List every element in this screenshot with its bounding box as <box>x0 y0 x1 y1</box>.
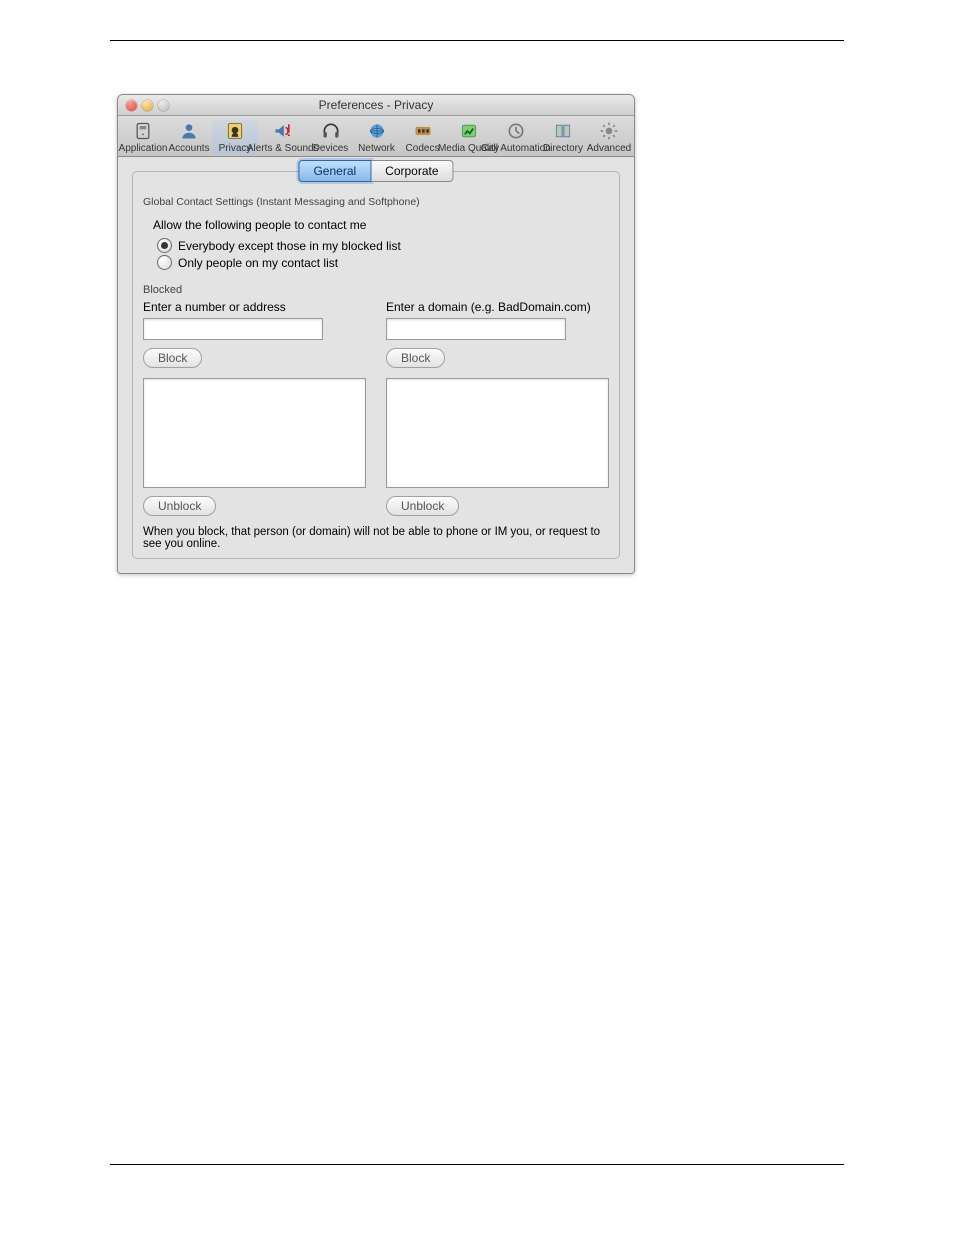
toolbar-item-devices[interactable]: Devices <box>308 120 354 154</box>
preferences-toolbar: Application Accounts Privacy <box>118 116 634 157</box>
toolbar-item-directory[interactable]: Directory <box>540 120 586 154</box>
toolbar-item-label: Network <box>358 143 395 154</box>
page-bottom-rule <box>110 1164 844 1165</box>
allow-people-label: Allow the following people to contact me <box>153 218 609 232</box>
toolbar-item-call-automation[interactable]: Call Automation <box>492 120 541 154</box>
close-window-button[interactable] <box>126 100 137 111</box>
toolbar-item-network[interactable]: Network <box>354 120 400 154</box>
radio-everybody-except-blocked[interactable]: Everybody except those in my blocked lis… <box>157 238 609 253</box>
codecs-icon <box>409 120 437 142</box>
privacy-icon <box>221 120 249 142</box>
window-title: Preferences - Privacy <box>118 98 634 112</box>
gear-icon <box>595 120 623 142</box>
alert-icon <box>269 120 297 142</box>
book-icon <box>549 120 577 142</box>
radio-label: Everybody except those in my blocked lis… <box>178 239 401 253</box>
window-titlebar: Preferences - Privacy <box>118 95 634 116</box>
toolbar-item-alerts-and-sounds[interactable]: Alerts & Sounds <box>258 120 308 154</box>
toolbar-item-application[interactable]: Application <box>120 120 166 154</box>
application-icon <box>129 120 157 142</box>
domain-field-label: Enter a domain (e.g. BadDomain.com) <box>386 300 609 314</box>
privacy-general-group: General Corporate Global Contact Setting… <box>132 171 620 559</box>
toolbar-item-label: Accounts <box>168 143 209 154</box>
blocked-numbers-list[interactable] <box>143 378 366 488</box>
number-field-label: Enter a number or address <box>143 300 366 314</box>
blocked-section-label: Blocked <box>143 284 609 296</box>
domain-input[interactable] <box>386 318 566 340</box>
unblock-domain-button[interactable]: Unblock <box>386 496 459 516</box>
block-number-column: Enter a number or address Block Unblock <box>143 300 366 516</box>
block-number-button[interactable]: Block <box>143 348 202 368</box>
automation-icon <box>502 120 530 142</box>
toolbar-item-label: Advanced <box>587 143 631 154</box>
global-contact-settings-label: Global Contact Settings (Instant Messagi… <box>143 196 609 208</box>
toolbar-item-accounts[interactable]: Accounts <box>166 120 212 154</box>
headset-icon <box>317 120 345 142</box>
radio-icon <box>157 238 172 253</box>
radio-only-contacts[interactable]: Only people on my contact list <box>157 255 609 270</box>
blocked-domains-list[interactable] <box>386 378 609 488</box>
number-input[interactable] <box>143 318 323 340</box>
media-quality-icon <box>455 120 483 142</box>
toolbar-item-label: Devices <box>313 143 349 154</box>
tab-corporate[interactable]: Corporate <box>371 160 453 182</box>
toolbar-item-label: Codecs <box>406 143 440 154</box>
tab-general[interactable]: General <box>298 160 371 182</box>
radio-icon <box>157 255 172 270</box>
block-domain-column: Enter a domain (e.g. BadDomain.com) Bloc… <box>386 300 609 516</box>
block-footnote: When you block, that person (or domain) … <box>143 526 609 550</box>
person-icon <box>175 120 203 142</box>
page-top-rule <box>110 40 844 41</box>
unblock-number-button[interactable]: Unblock <box>143 496 216 516</box>
radio-label: Only people on my contact list <box>178 256 338 270</box>
toolbar-item-label: Directory <box>543 143 583 154</box>
globe-icon <box>363 120 391 142</box>
block-domain-button[interactable]: Block <box>386 348 445 368</box>
toolbar-item-advanced[interactable]: Advanced <box>586 120 632 154</box>
zoom-window-button[interactable] <box>158 100 169 111</box>
minimize-window-button[interactable] <box>142 100 153 111</box>
toolbar-item-label: Application <box>119 143 168 154</box>
preferences-window: Preferences - Privacy Application Accoun… <box>117 94 635 574</box>
